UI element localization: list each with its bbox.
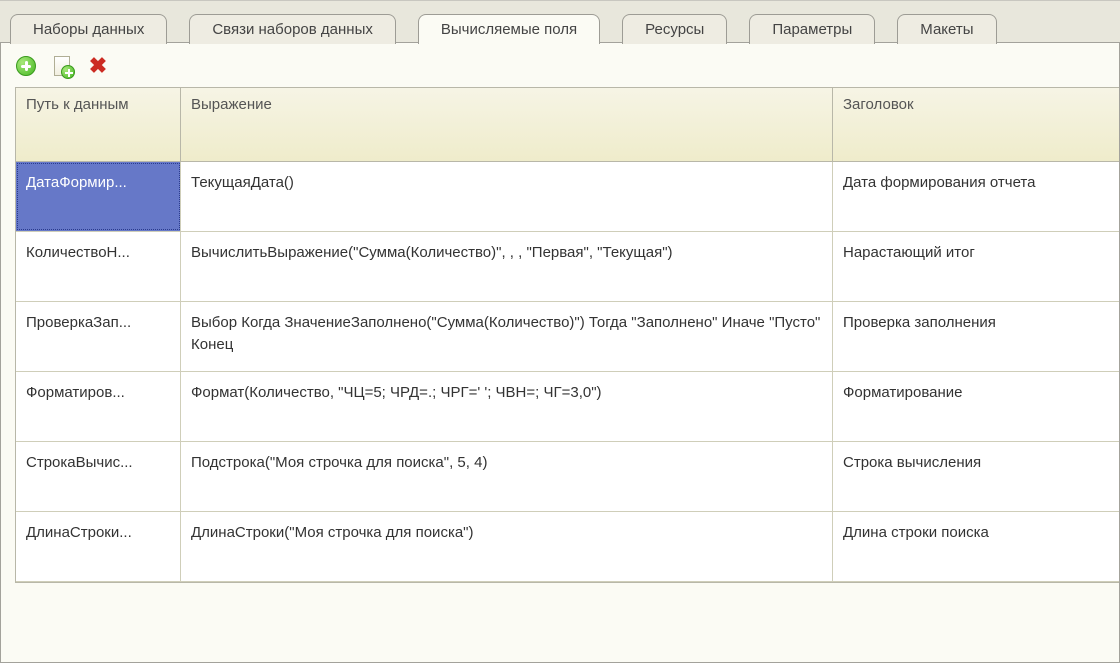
- tab-calc-fields[interactable]: Вычисляемые поля: [418, 14, 600, 44]
- add-icon: [16, 56, 36, 76]
- cell-expr[interactable]: ДлинаСтроки("Моя строчка для поиска"): [181, 512, 833, 581]
- calc-fields-grid[interactable]: Путь к данным Выражение Заголовок ДатаФо…: [15, 87, 1119, 583]
- cell-title[interactable]: Нарастающий итог: [833, 232, 1119, 301]
- table-row[interactable]: ДатаФормир... ТекущаяДата() Дата формиро…: [16, 162, 1119, 232]
- toolbar: ✖: [1, 43, 1119, 87]
- grid-header: Путь к данным Выражение Заголовок: [16, 88, 1119, 162]
- workspace: Наборы данных Связи наборов данных Вычис…: [0, 0, 1120, 663]
- table-row[interactable]: ДлинаСтроки... ДлинаСтроки("Моя строчка …: [16, 512, 1119, 582]
- cell-expr[interactable]: ТекущаяДата(): [181, 162, 833, 231]
- cell-expr[interactable]: ВычислитьВыражение("Сумма(Количество)", …: [181, 232, 833, 301]
- tab-templates[interactable]: Макеты: [897, 14, 996, 44]
- add-document-button[interactable]: [51, 55, 73, 77]
- grid-body: ДатаФормир... ТекущаяДата() Дата формиро…: [16, 162, 1119, 582]
- tab-datasets[interactable]: Наборы данных: [10, 14, 167, 44]
- table-row[interactable]: ПроверкаЗап... Выбор Когда ЗначениеЗапол…: [16, 302, 1119, 372]
- cell-path[interactable]: СтрокаВычис...: [16, 442, 181, 511]
- cell-expr[interactable]: Подстрока("Моя строчка для поиска", 5, 4…: [181, 442, 833, 511]
- tab-parameters[interactable]: Параметры: [749, 14, 875, 44]
- cell-title[interactable]: Длина строки поиска: [833, 512, 1119, 581]
- cell-expr[interactable]: Формат(Количество, "ЧЦ=5; ЧРД=.; ЧРГ=' '…: [181, 372, 833, 441]
- cell-title[interactable]: Дата формирования отчета: [833, 162, 1119, 231]
- table-row[interactable]: КоличествоН... ВычислитьВыражение("Сумма…: [16, 232, 1119, 302]
- add-document-icon: [54, 56, 70, 76]
- cell-expr[interactable]: Выбор Когда ЗначениеЗаполнено("Сумма(Кол…: [181, 302, 833, 371]
- column-header-expr[interactable]: Выражение: [181, 88, 833, 161]
- column-header-path[interactable]: Путь к данным: [16, 88, 181, 161]
- table-row[interactable]: Форматиров... Формат(Количество, "ЧЦ=5; …: [16, 372, 1119, 442]
- cell-title[interactable]: Проверка заполнения: [833, 302, 1119, 371]
- delete-icon: ✖: [89, 55, 107, 77]
- table-row[interactable]: СтрокаВычис... Подстрока("Моя строчка дл…: [16, 442, 1119, 512]
- cell-title[interactable]: Строка вычисления: [833, 442, 1119, 511]
- cell-path[interactable]: Форматиров...: [16, 372, 181, 441]
- delete-button[interactable]: ✖: [87, 55, 109, 77]
- cell-path[interactable]: КоличествоН...: [16, 232, 181, 301]
- cell-path[interactable]: ДатаФормир...: [16, 162, 181, 231]
- add-button[interactable]: [15, 55, 37, 77]
- cell-path[interactable]: ПроверкаЗап...: [16, 302, 181, 371]
- tab-dataset-links[interactable]: Связи наборов данных: [189, 14, 396, 44]
- cell-path[interactable]: ДлинаСтроки...: [16, 512, 181, 581]
- content-area: ✖ Путь к данным Выражение Заголовок Дата…: [0, 43, 1120, 663]
- tab-resources[interactable]: Ресурсы: [622, 14, 727, 44]
- tab-strip: Наборы данных Связи наборов данных Вычис…: [0, 7, 1120, 43]
- cell-title[interactable]: Форматирование: [833, 372, 1119, 441]
- column-header-title[interactable]: Заголовок: [833, 88, 1119, 161]
